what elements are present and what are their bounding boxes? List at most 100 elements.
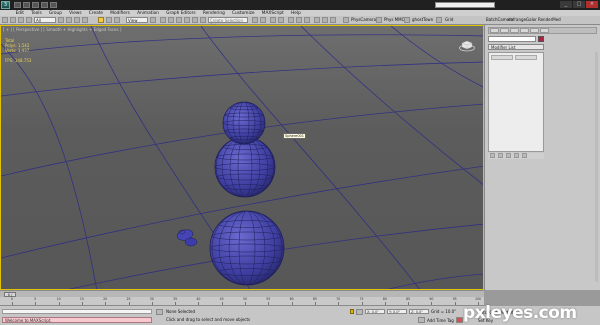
- select-and-manipulate-icon[interactable]: [160, 17, 166, 23]
- snowman-bottom-sphere[interactable]: [209, 210, 285, 286]
- edit-named-selection-icon[interactable]: [200, 17, 206, 23]
- phys-mmo-icon[interactable]: [376, 17, 382, 23]
- ghost-town-icon[interactable]: [404, 17, 410, 23]
- viewport-label-menu[interactable]: [ + ] [ Perspective ] [ Smooth + Highlig…: [3, 27, 121, 32]
- modify-tab-icon[interactable]: [500, 28, 509, 33]
- layer-manager-icon[interactable]: [270, 17, 276, 23]
- angle-snap-icon[interactable]: [176, 17, 182, 23]
- link-icon[interactable]: [18, 17, 24, 23]
- select-by-name-icon[interactable]: [66, 17, 72, 23]
- mirror-icon[interactable]: [252, 17, 258, 23]
- modifier-list-dropdown[interactable]: Modifier List: [488, 44, 544, 50]
- selection-region-icon[interactable]: [74, 17, 80, 23]
- select-object-icon[interactable]: [58, 17, 64, 23]
- defrange-galor-label[interactable]: defrangeGalor: [508, 17, 537, 23]
- menu-modifiers[interactable]: Modifiers: [107, 11, 134, 16]
- create-tab-icon[interactable]: [490, 28, 499, 33]
- close-button[interactable]: ×: [586, 1, 598, 8]
- absolute-mode-icon[interactable]: [356, 309, 363, 315]
- snowman-middle-sphere[interactable]: [214, 136, 276, 198]
- select-and-scale-icon[interactable]: [114, 17, 120, 23]
- align-icon[interactable]: [260, 17, 266, 23]
- maxscript-mini-listener-input[interactable]: [2, 309, 152, 314]
- menu-graph-editors[interactable]: Graph Editors: [163, 11, 200, 16]
- save-file-icon[interactable]: [32, 2, 39, 8]
- grid-icon[interactable]: [436, 17, 442, 23]
- minimize-button[interactable]: _: [560, 1, 572, 8]
- material-editor-icon[interactable]: [304, 17, 310, 23]
- redo-icon[interactable]: [50, 2, 57, 8]
- x-coordinate-field[interactable]: X: 0.0": [365, 309, 385, 314]
- phys-camera-label[interactable]: PhysCamera: [351, 17, 376, 23]
- object-color-swatch[interactable]: [538, 36, 544, 42]
- app-logo-icon[interactable]: 3: [1, 1, 10, 9]
- menu-animation[interactable]: Animation: [133, 11, 162, 16]
- show-end-result-icon[interactable]: [498, 153, 503, 158]
- snaps-toggle-icon[interactable]: [168, 17, 174, 23]
- add-time-tag[interactable]: Add Time Tag: [427, 318, 454, 323]
- unlink-icon[interactable]: [26, 17, 32, 23]
- open-file-icon[interactable]: [23, 2, 30, 8]
- viewcube-icon[interactable]: [459, 38, 475, 52]
- reference-coordinate-dropdown[interactable]: View: [126, 17, 148, 23]
- time-tag-icon[interactable]: [418, 317, 425, 323]
- set-key-icon[interactable]: [456, 317, 463, 323]
- maxscript-mini-listener-output[interactable]: Welcome to MAXScript.: [2, 317, 152, 323]
- configure-sets-icon[interactable]: [522, 153, 527, 158]
- time-slider[interactable]: 0 / 100: [0, 290, 484, 301]
- ground-small-objects[interactable]: [176, 228, 198, 247]
- z-coordinate-field[interactable]: Z: 0.0": [409, 309, 429, 314]
- stack-button-2[interactable]: [515, 55, 537, 60]
- utilities-tab-icon[interactable]: [540, 28, 549, 33]
- redo-button[interactable]: [10, 17, 16, 23]
- menu-help[interactable]: Help: [287, 11, 304, 16]
- select-and-move-icon[interactable]: [98, 17, 104, 23]
- undo-button[interactable]: [2, 17, 8, 23]
- render-setup-icon[interactable]: [314, 17, 320, 23]
- snowman-head-sphere[interactable]: [222, 101, 266, 145]
- remove-modifier-icon[interactable]: [514, 153, 519, 158]
- graphite-ribbon-icon[interactable]: [278, 17, 284, 23]
- pivot-center-icon[interactable]: [150, 17, 156, 23]
- maximize-button[interactable]: □: [573, 1, 585, 8]
- named-selection-sets-field[interactable]: Create Selection Set: [208, 17, 248, 28]
- search-field[interactable]: [435, 2, 495, 8]
- status-panel-icon[interactable]: [156, 309, 163, 315]
- perspective-viewport[interactable]: [ + ] [ Perspective ] [ Smooth + Highlig…: [0, 25, 484, 290]
- modifier-stack[interactable]: [488, 52, 544, 152]
- menu-edit[interactable]: Edit: [12, 11, 28, 16]
- track-bar[interactable]: 0 5 10 15 20 25 30 35 40 45 50 55 60 65 70 75 80 85 90 95 10…: [0, 297, 484, 306]
- render-med-label[interactable]: RenderMed: [538, 17, 561, 23]
- percent-snap-icon[interactable]: [184, 17, 190, 23]
- y-coordinate-field[interactable]: Y: 0.0": [387, 309, 407, 314]
- new-file-icon[interactable]: [14, 2, 21, 8]
- selection-lock-icon[interactable]: [350, 309, 354, 314]
- phys-mmo-label[interactable]: Phys MMO: [384, 17, 405, 23]
- menu-rendering[interactable]: Rendering: [199, 11, 228, 16]
- render-production-icon[interactable]: [330, 17, 336, 23]
- rendered-frame-window-icon[interactable]: [322, 17, 328, 23]
- spinner-snap-icon[interactable]: [192, 17, 198, 23]
- menu-customize[interactable]: Customize: [228, 11, 258, 16]
- menu-tools[interactable]: Tools: [28, 11, 46, 16]
- menu-maxscript[interactable]: MAXScript: [258, 11, 287, 16]
- pin-stack-icon[interactable]: [490, 153, 495, 158]
- selection-filter-dropdown[interactable]: All: [34, 17, 56, 23]
- grid-label[interactable]: Grid: [445, 17, 453, 23]
- menu-views[interactable]: Views: [66, 11, 86, 16]
- object-name-field[interactable]: [488, 36, 536, 42]
- display-tab-icon[interactable]: [530, 28, 539, 33]
- menu-group[interactable]: Group: [45, 11, 65, 16]
- command-panel-scrollbar[interactable]: [595, 52, 598, 282]
- hierarchy-tab-icon[interactable]: [510, 28, 519, 33]
- make-unique-icon[interactable]: [506, 153, 511, 158]
- curve-editor-icon[interactable]: [288, 17, 294, 23]
- menu-create[interactable]: Create: [85, 11, 106, 16]
- ghost-town-label[interactable]: ghostTown: [412, 17, 433, 23]
- schematic-view-icon[interactable]: [296, 17, 302, 23]
- stack-button-1[interactable]: [491, 55, 513, 60]
- phys-camera-icon[interactable]: [343, 17, 349, 23]
- select-and-rotate-icon[interactable]: [106, 17, 112, 23]
- undo-icon[interactable]: [41, 2, 48, 8]
- motion-tab-icon[interactable]: [520, 28, 529, 33]
